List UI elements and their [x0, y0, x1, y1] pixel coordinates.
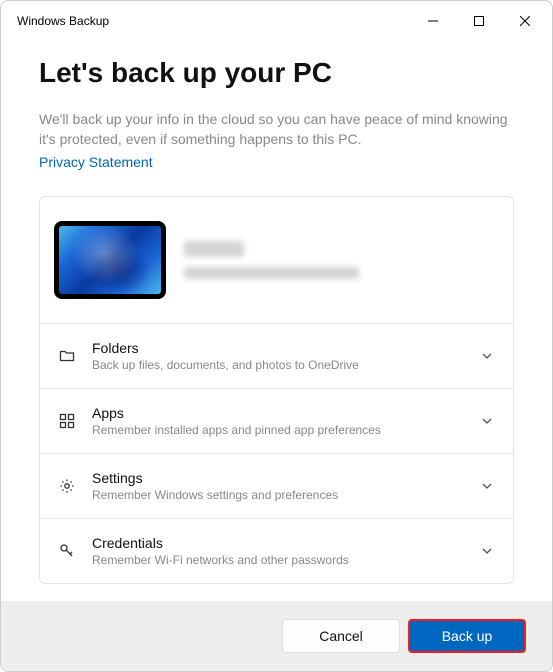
category-text: Folders Back up files, documents, and ph… — [92, 340, 465, 372]
category-text: Apps Remember installed apps and pinned … — [92, 405, 465, 437]
chevron-down-icon — [481, 479, 495, 493]
chevron-down-icon — [481, 349, 495, 363]
chevron-down-icon — [481, 544, 495, 558]
device-info — [184, 241, 495, 279]
backup-card: Folders Back up files, documents, and ph… — [39, 196, 514, 584]
device-name-redacted — [184, 241, 244, 257]
app-window: Windows Backup Let's back up your PC We'… — [0, 0, 553, 672]
page-heading: Let's back up your PC — [39, 57, 514, 89]
key-icon — [58, 542, 76, 560]
cancel-button[interactable]: Cancel — [282, 619, 400, 653]
minimize-button[interactable] — [410, 5, 456, 37]
apps-icon — [58, 412, 76, 430]
category-subtitle: Remember Wi-Fi networks and other passwo… — [92, 553, 465, 567]
category-folders[interactable]: Folders Back up files, documents, and ph… — [40, 323, 513, 388]
backup-button[interactable]: Back up — [408, 619, 526, 653]
category-title: Credentials — [92, 535, 465, 551]
device-subtitle-redacted — [184, 267, 359, 279]
window-title: Windows Backup — [17, 14, 410, 28]
privacy-statement-link[interactable]: Privacy Statement — [39, 154, 153, 170]
category-text: Credentials Remember Wi-Fi networks and … — [92, 535, 465, 567]
window-controls — [410, 5, 548, 37]
category-title: Apps — [92, 405, 465, 421]
category-subtitle: Remember installed apps and pinned app p… — [92, 423, 465, 437]
footer: Cancel Back up — [1, 601, 552, 671]
page-description: We'll back up your info in the cloud so … — [39, 109, 514, 150]
device-thumbnail — [54, 221, 166, 299]
content-area: Let's back up your PC We'll back up your… — [1, 41, 552, 601]
close-button[interactable] — [502, 5, 548, 37]
category-text: Settings Remember Windows settings and p… — [92, 470, 465, 502]
chevron-down-icon — [481, 414, 495, 428]
maximize-button[interactable] — [456, 5, 502, 37]
category-title: Folders — [92, 340, 465, 356]
category-subtitle: Back up files, documents, and photos to … — [92, 358, 465, 372]
category-title: Settings — [92, 470, 465, 486]
category-settings[interactable]: Settings Remember Windows settings and p… — [40, 453, 513, 518]
category-credentials[interactable]: Credentials Remember Wi-Fi networks and … — [40, 518, 513, 583]
device-section — [40, 197, 513, 323]
folder-icon — [58, 347, 76, 365]
titlebar: Windows Backup — [1, 1, 552, 41]
category-subtitle: Remember Windows settings and preference… — [92, 488, 465, 502]
category-apps[interactable]: Apps Remember installed apps and pinned … — [40, 388, 513, 453]
settings-icon — [58, 477, 76, 495]
